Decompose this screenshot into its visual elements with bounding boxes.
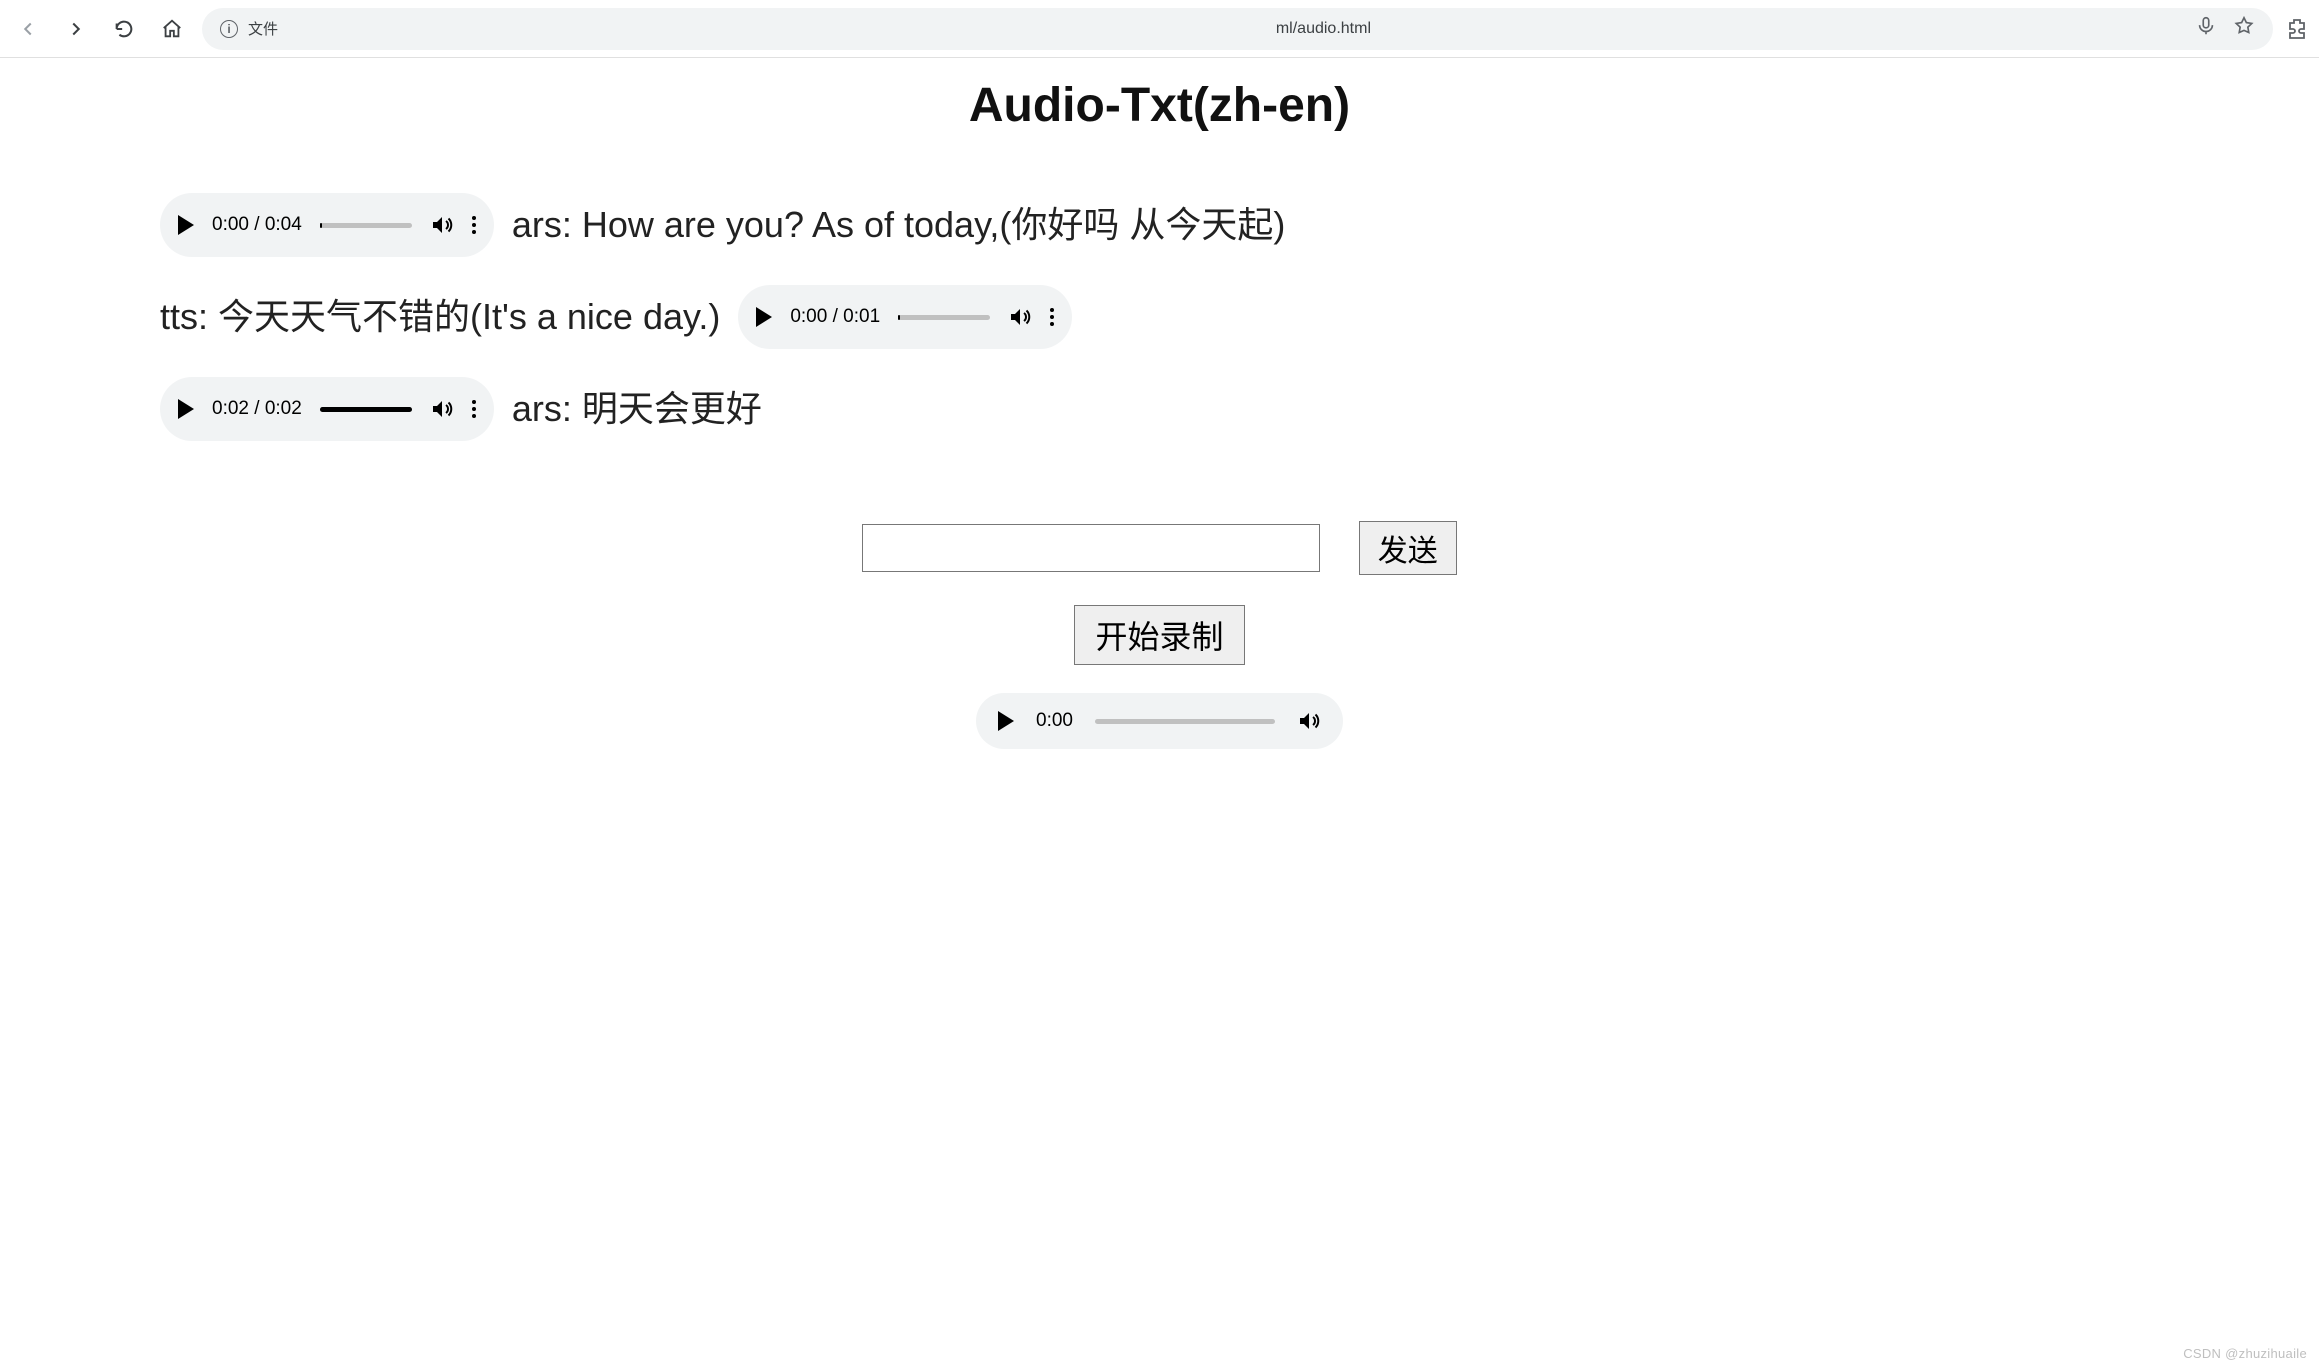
volume-icon[interactable] (430, 397, 454, 421)
volume-icon[interactable] (1297, 709, 1321, 733)
mic-icon[interactable] (2195, 15, 2217, 42)
audio-time: 0:00 / 0:01 (790, 303, 880, 332)
message-text: ars: 明天会更好 (512, 388, 762, 429)
message-row: 0:02 / 0:02 ars: 明天会更好 (160, 377, 2159, 441)
extensions-icon[interactable] (2285, 17, 2309, 41)
volume-icon[interactable] (1008, 305, 1032, 329)
address-bar[interactable]: i 文件 ml/audio.html (202, 8, 2273, 50)
audio-player-bottom[interactable]: 0:00 (976, 693, 1343, 749)
audio-progress[interactable] (320, 223, 412, 228)
bookmark-star-icon[interactable] (2233, 15, 2255, 42)
page-title: Audio-Txt(zh-en) (160, 78, 2159, 133)
message-text: tts: 今天天气不错的(It's a nice day.) (160, 296, 720, 337)
audio-player[interactable]: 0:02 / 0:02 (160, 377, 494, 441)
record-button[interactable]: 开始录制 (1074, 605, 1244, 665)
audio-time: 0:00 / 0:04 (212, 211, 302, 240)
audio-progress[interactable] (1095, 719, 1275, 724)
forward-button[interactable] (58, 11, 94, 47)
browser-toolbar: i 文件 ml/audio.html (0, 0, 2319, 58)
audio-player[interactable]: 0:00 / 0:01 (738, 285, 1072, 349)
play-icon[interactable] (756, 307, 772, 327)
volume-icon[interactable] (430, 213, 454, 237)
play-icon[interactable] (178, 215, 194, 235)
audio-time: 0:00 (1036, 710, 1073, 732)
send-button[interactable]: 发送 (1359, 521, 1457, 575)
page-content: Audio-Txt(zh-en) 0:00 / 0:04 ars: How ar… (0, 58, 2319, 779)
back-button[interactable] (10, 11, 46, 47)
text-input[interactable] (862, 524, 1320, 572)
url-fragment: ml/audio.html (1276, 20, 1371, 38)
play-icon[interactable] (998, 711, 1014, 731)
more-icon[interactable] (472, 400, 476, 418)
info-icon: i (220, 20, 238, 38)
file-label: 文件 (248, 18, 278, 39)
audio-player[interactable]: 0:00 / 0:04 (160, 193, 494, 257)
message-text: ars: How are you? As of today,(你好吗 从今天起) (512, 204, 1286, 245)
more-icon[interactable] (472, 216, 476, 234)
home-button[interactable] (154, 11, 190, 47)
message-row: 0:00 / 0:04 ars: How are you? As of toda… (160, 193, 2159, 257)
more-icon[interactable] (1050, 308, 1054, 326)
audio-progress[interactable] (320, 407, 412, 412)
play-icon[interactable] (178, 399, 194, 419)
input-form: 发送 开始录制 0:00 (160, 521, 2159, 749)
watermark: CSDN @zhuzihuaile (2183, 1346, 2307, 1361)
reload-button[interactable] (106, 11, 142, 47)
audio-progress[interactable] (898, 315, 990, 320)
audio-time: 0:02 / 0:02 (212, 395, 302, 424)
message-row: tts: 今天天气不错的(It's a nice day.) 0:00 / 0:… (160, 285, 2159, 349)
